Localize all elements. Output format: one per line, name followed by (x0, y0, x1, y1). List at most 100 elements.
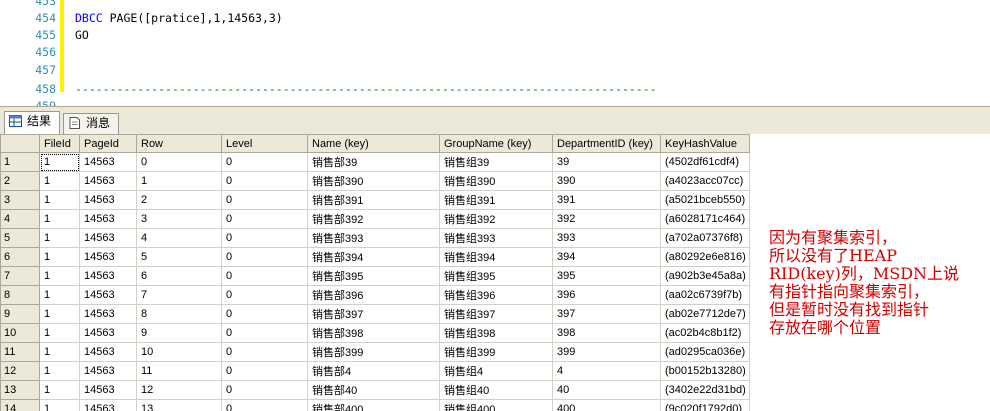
table-cell[interactable]: 9 (136, 323, 222, 343)
tab-results[interactable]: 结果 (4, 111, 60, 135)
column-header[interactable]: KeyHashValue (660, 134, 750, 153)
table-cell[interactable]: 1 (39, 304, 80, 324)
table-cell[interactable]: (a4023acc07cc) (660, 171, 750, 191)
editor-line[interactable]: 455 GO (0, 27, 990, 44)
table-cell[interactable]: 6 (136, 266, 222, 286)
table-cell[interactable]: (ac02b4c8b1f2) (660, 323, 750, 343)
table-row[interactable]: 3 1 14563 2 0 销售部391 销售组391 391 (a5021bceb550) (0, 190, 750, 210)
table-cell[interactable]: 10 (136, 342, 222, 362)
row-header[interactable]: 11 (0, 342, 40, 362)
table-cell[interactable]: 14563 (79, 380, 137, 400)
column-header[interactable]: PageId (79, 134, 137, 153)
table-cell[interactable]: 0 (221, 285, 308, 305)
table-cell[interactable]: 销售部395 (307, 266, 440, 286)
table-cell[interactable]: 0 (221, 152, 308, 172)
table-cell[interactable]: 0 (221, 228, 308, 248)
table-row[interactable]: 13 1 14563 12 0 销售部40 销售组40 40 (3402e22d31bd) (0, 380, 750, 400)
table-cell[interactable]: 391 (552, 190, 661, 210)
table-cell[interactable]: 1 (39, 380, 80, 400)
table-cell[interactable]: 销售部398 (307, 323, 440, 343)
table-row[interactable]: 7 1 14563 6 0 销售部395 销售组395 395 (a902b3e45a8a) (0, 266, 750, 286)
table-cell[interactable]: 销售部391 (307, 190, 440, 210)
table-cell[interactable]: 销售部397 (307, 304, 440, 324)
table-cell[interactable]: 14563 (79, 152, 137, 172)
table-cell[interactable]: 销售部400 (307, 399, 440, 411)
editor-line[interactable]: 454 DBCC PAGE([pratice],1,14563,3) (0, 10, 990, 27)
table-cell[interactable]: (ad0295ca036e) (660, 342, 750, 362)
table-cell[interactable]: 1 (39, 209, 80, 229)
table-cell[interactable]: (4502df61cdf4) (660, 152, 750, 172)
table-cell[interactable]: (a5021bceb550) (660, 190, 750, 210)
table-cell[interactable]: 7 (136, 285, 222, 305)
table-cell[interactable]: 12 (136, 380, 222, 400)
row-header[interactable]: 7 (0, 266, 40, 286)
table-row[interactable]: 5 1 14563 4 0 销售部393 销售组393 393 (a702a07376f8) (0, 228, 750, 248)
table-cell[interactable]: 14563 (79, 285, 137, 305)
table-cell[interactable]: 销售部39 (307, 152, 440, 172)
row-header[interactable]: 4 (0, 209, 40, 229)
table-cell[interactable]: 0 (221, 361, 308, 381)
table-cell[interactable]: 1 (39, 323, 80, 343)
table-row[interactable]: 14 1 14563 13 0 销售部400 销售组400 400 (9c020f1792d0) (0, 399, 750, 411)
table-cell[interactable]: 销售组4 (439, 361, 553, 381)
table-cell[interactable]: 0 (221, 380, 308, 400)
table-row[interactable]: 1 1 14563 0 0 销售部39 销售组39 39 (4502df61cdf4) (0, 152, 750, 172)
table-cell[interactable]: 14563 (79, 399, 137, 411)
table-cell[interactable]: 1 (39, 190, 80, 210)
column-header[interactable]: FileId (39, 134, 80, 153)
grid-corner[interactable] (0, 134, 40, 153)
table-cell[interactable]: 销售组400 (439, 399, 553, 411)
table-cell[interactable]: 销售部392 (307, 209, 440, 229)
table-cell[interactable]: 14563 (79, 342, 137, 362)
table-cell[interactable]: 14563 (79, 171, 137, 191)
table-cell[interactable]: 销售组395 (439, 266, 553, 286)
query-editor[interactable]: 453 454 DBCC PAGE([pratice],1,14563,3) 455 G… (0, 0, 990, 106)
row-header[interactable]: 9 (0, 304, 40, 324)
table-cell[interactable]: 1 (39, 247, 80, 267)
table-cell[interactable]: (9c020f1792d0) (660, 399, 750, 411)
table-cell[interactable]: 394 (552, 247, 661, 267)
table-cell[interactable]: 0 (221, 399, 308, 411)
table-cell[interactable]: 销售组392 (439, 209, 553, 229)
table-cell[interactable]: (b00152b13280) (660, 361, 750, 381)
row-header[interactable]: 8 (0, 285, 40, 305)
table-cell[interactable]: 销售组397 (439, 304, 553, 324)
table-cell[interactable]: 1 (39, 152, 80, 172)
row-header[interactable]: 6 (0, 247, 40, 267)
table-cell[interactable]: 销售组394 (439, 247, 553, 267)
table-cell[interactable]: 5 (136, 247, 222, 267)
table-cell[interactable]: 销售组398 (439, 323, 553, 343)
table-cell[interactable]: 3 (136, 209, 222, 229)
table-cell[interactable]: 销售部393 (307, 228, 440, 248)
table-cell[interactable]: 销售组39 (439, 152, 553, 172)
table-cell[interactable]: 销售组391 (439, 190, 553, 210)
table-cell[interactable]: 销售部394 (307, 247, 440, 267)
table-cell[interactable]: 14563 (79, 266, 137, 286)
table-row[interactable]: 6 1 14563 5 0 销售部394 销售组394 394 (a80292e6e816) (0, 247, 750, 267)
table-cell[interactable]: 14563 (79, 361, 137, 381)
table-cell[interactable]: (3402e22d31bd) (660, 380, 750, 400)
table-cell[interactable]: 2 (136, 190, 222, 210)
table-cell[interactable]: 销售部4 (307, 361, 440, 381)
table-cell[interactable]: 14563 (79, 228, 137, 248)
table-cell[interactable]: 销售组40 (439, 380, 553, 400)
table-cell[interactable]: 0 (221, 304, 308, 324)
table-cell[interactable]: 0 (221, 171, 308, 191)
table-cell[interactable]: 14563 (79, 190, 137, 210)
table-cell[interactable]: 销售组393 (439, 228, 553, 248)
table-row[interactable]: 12 1 14563 11 0 销售部4 销售组4 4 (b00152b13280) (0, 361, 750, 381)
table-cell[interactable]: (aa02c6739f7b) (660, 285, 750, 305)
table-cell[interactable]: 14563 (79, 323, 137, 343)
column-header[interactable]: Row (136, 134, 222, 153)
table-cell[interactable]: 14563 (79, 209, 137, 229)
table-cell[interactable]: 393 (552, 228, 661, 248)
table-cell[interactable]: (a6028171c464) (660, 209, 750, 229)
table-row[interactable]: 11 1 14563 10 0 销售部399 销售组399 399 (ad0295ca036e) (0, 342, 750, 362)
table-cell[interactable]: 396 (552, 285, 661, 305)
table-cell[interactable]: 399 (552, 342, 661, 362)
table-cell[interactable]: 1 (39, 399, 80, 411)
table-cell[interactable]: 1 (39, 266, 80, 286)
table-cell[interactable]: 1 (39, 228, 80, 248)
table-row[interactable]: 9 1 14563 8 0 销售部397 销售组397 397 (ab02e7712de7) (0, 304, 750, 324)
table-cell[interactable]: 0 (221, 342, 308, 362)
